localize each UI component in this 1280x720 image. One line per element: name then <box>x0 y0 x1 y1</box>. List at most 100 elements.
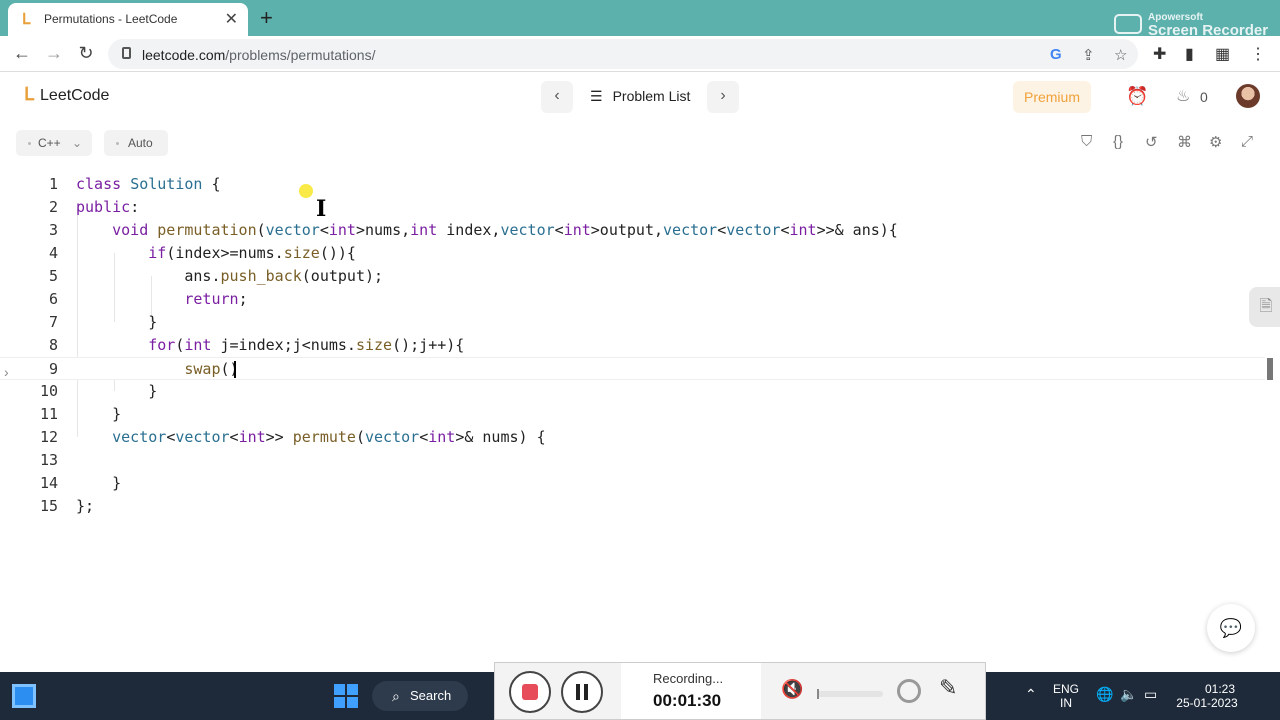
stop-recording-button[interactable] <box>509 671 551 713</box>
pause-bar-icon <box>584 684 588 700</box>
code-text: swap() <box>184 360 239 378</box>
chat-bubble-icon: 💬 <box>1219 618 1243 638</box>
code-text: void permutation(vector<int>nums,int ind… <box>112 221 898 239</box>
url-text: leetcode.com/problems/permutations/ <box>142 47 375 63</box>
code-line: 4 if(index>=nums.size()){ <box>0 242 1265 265</box>
extension-grid-icon[interactable]: ▦ <box>1215 44 1230 64</box>
premium-button[interactable]: Premium <box>1013 81 1091 113</box>
url-path: /problems/permutations/ <box>225 47 376 63</box>
browser-menu-icon[interactable]: ⋮ <box>1250 44 1266 64</box>
forward-arrow-icon[interactable]: → <box>43 43 65 64</box>
leetcode-header: ᒪ LeetCode ‹ ☰ Problem List › Premium ⏰ ♨ … <box>0 72 1280 122</box>
code-line: 12 vector<vector<int>> permute(vector<in… <box>0 426 1265 449</box>
side-panel-icon[interactable]: ▮ <box>1185 44 1194 64</box>
input-language[interactable]: ENG IN <box>1050 682 1082 710</box>
region-code: IN <box>1060 696 1072 710</box>
browser-toolbar: ← → ↻ leetcode.com/problems/permutations… <box>0 36 1280 72</box>
next-problem-button[interactable]: › <box>707 81 739 113</box>
previous-problem-button[interactable]: ‹ <box>541 81 573 113</box>
taskbar-search[interactable]: ⌕ Search <box>372 681 468 711</box>
new-tab-button[interactable]: + <box>260 5 273 31</box>
line-number: 8 <box>48 336 58 354</box>
code-line: 2 public: <box>0 196 1265 219</box>
language-select[interactable]: C++ ⌄ <box>16 130 92 156</box>
document-icon: 🗎 <box>1259 298 1273 315</box>
shortcuts-icon[interactable]: ⌘ <box>1177 133 1192 151</box>
list-icon: ☰ <box>590 88 603 104</box>
pause-recording-button[interactable] <box>561 671 603 713</box>
leetcode-logo[interactable]: ᒪ LeetCode <box>24 84 109 105</box>
share-icon[interactable]: ⇪ <box>1082 46 1095 64</box>
close-tab-icon[interactable]: ✕ <box>225 9 238 29</box>
code-line: 10 } <box>0 380 1265 403</box>
reset-code-icon[interactable]: ↺ <box>1145 133 1158 151</box>
slider-thumb[interactable] <box>817 689 819 699</box>
auto-dot-icon <box>116 142 119 145</box>
show-hidden-icons-chevron-icon[interactable]: ⌃ <box>1025 686 1037 703</box>
problem-list-label: Problem List <box>612 88 691 104</box>
system-clock[interactable]: 01:23 25-01-2023 <box>1168 682 1246 710</box>
scrollbar-marker[interactable] <box>1267 358 1273 380</box>
code-text: }; <box>76 497 95 515</box>
code-line: 13 <box>0 449 1265 472</box>
code-text: vector<vector<int>> permute(vector<int>&… <box>112 428 546 446</box>
code-line: 11 } <box>0 403 1265 426</box>
browser-tab[interactable]: ᒪ Permutations - LeetCode ✕ <box>8 3 248 36</box>
line-number: 10 <box>39 382 58 400</box>
settings-gear-icon[interactable]: ⚙ <box>1209 133 1222 151</box>
code-line: 3 void permutation(vector<int>nums,int i… <box>0 219 1265 242</box>
problem-list-button[interactable]: ☰ Problem List <box>590 88 690 105</box>
code-line: 6 return; <box>0 288 1265 311</box>
browser-tab-strip: ᒪ Permutations - LeetCode ✕ + Apowersoft… <box>0 0 1280 39</box>
autocomplete-toggle[interactable]: Auto <box>104 130 168 156</box>
line-number: 2 <box>48 198 58 216</box>
ibeam-cursor-icon: I <box>316 196 327 222</box>
search-icon: ⌕ <box>392 688 400 704</box>
widgets-icon[interactable] <box>12 684 36 708</box>
alarm-clock-icon[interactable]: ⏰ <box>1126 86 1148 107</box>
speaker-muted-icon[interactable]: 🔇 <box>781 679 803 700</box>
url-host: leetcode.com <box>142 47 226 63</box>
avatar[interactable] <box>1236 84 1260 108</box>
battery-icon[interactable]: ▭ <box>1144 686 1157 703</box>
annotate-pen-icon[interactable]: ✎ <box>939 675 957 701</box>
code-text: } <box>148 382 158 400</box>
code-line-active: 9 swap() <box>0 357 1265 380</box>
code-editor[interactable]: 1 class Solution { 2 public: 3 void permut… <box>0 172 1270 662</box>
bookmark-star-icon[interactable]: ☆ <box>1114 46 1127 64</box>
language-value: C++ <box>38 136 61 150</box>
volume-slider[interactable] <box>817 689 883 699</box>
code-line: 15}; <box>0 495 1265 518</box>
code-text: for(int j=index;j<nums.size();j++){ <box>148 336 465 354</box>
network-globe-icon[interactable]: 🌐 <box>1096 686 1113 703</box>
pause-bar-icon <box>576 684 580 700</box>
autocomplete-label: Auto <box>128 136 153 150</box>
extensions-icon[interactable]: ✚ <box>1153 44 1166 64</box>
reload-icon[interactable]: ↻ <box>75 43 97 64</box>
line-number: 5 <box>48 267 58 285</box>
bookmark-icon[interactable]: ⛉ <box>1081 133 1092 150</box>
windows-start-icon[interactable] <box>334 684 358 708</box>
back-arrow-icon[interactable]: ← <box>11 43 33 64</box>
code-line: 5 ans.push_back(output); <box>0 265 1265 288</box>
expand-panel-chevron-icon[interactable]: › <box>4 364 9 380</box>
recording-timer: 00:01:30 <box>653 691 722 710</box>
address-bar[interactable]: leetcode.com/problems/permutations/ G ⇪ … <box>108 39 1138 69</box>
leetcode-logo-icon: ᒪ <box>24 84 35 104</box>
code-text: return; <box>184 290 248 308</box>
streak-fire-icon[interactable]: ♨ <box>1176 86 1190 106</box>
format-braces-icon[interactable]: {} <box>1113 133 1123 150</box>
line-number: 7 <box>48 313 58 331</box>
notes-side-tab[interactable]: 🗎 <box>1249 287 1280 327</box>
tab-title: Permutations - LeetCode <box>44 12 178 26</box>
chevron-right-icon: › <box>720 87 726 104</box>
google-icon[interactable]: G <box>1050 46 1062 63</box>
recording-status-panel: Recording... 00:01:30 <box>621 663 761 719</box>
webcam-icon[interactable] <box>897 679 921 703</box>
clock-time: 01:23 <box>1204 682 1236 696</box>
chat-feedback-button[interactable]: 💬 <box>1207 604 1255 652</box>
volume-icon[interactable]: 🔈 <box>1120 686 1137 703</box>
fullscreen-icon[interactable]: ⤢ <box>1241 133 1253 150</box>
line-number: 11 <box>39 405 58 423</box>
lock-icon <box>122 47 131 59</box>
